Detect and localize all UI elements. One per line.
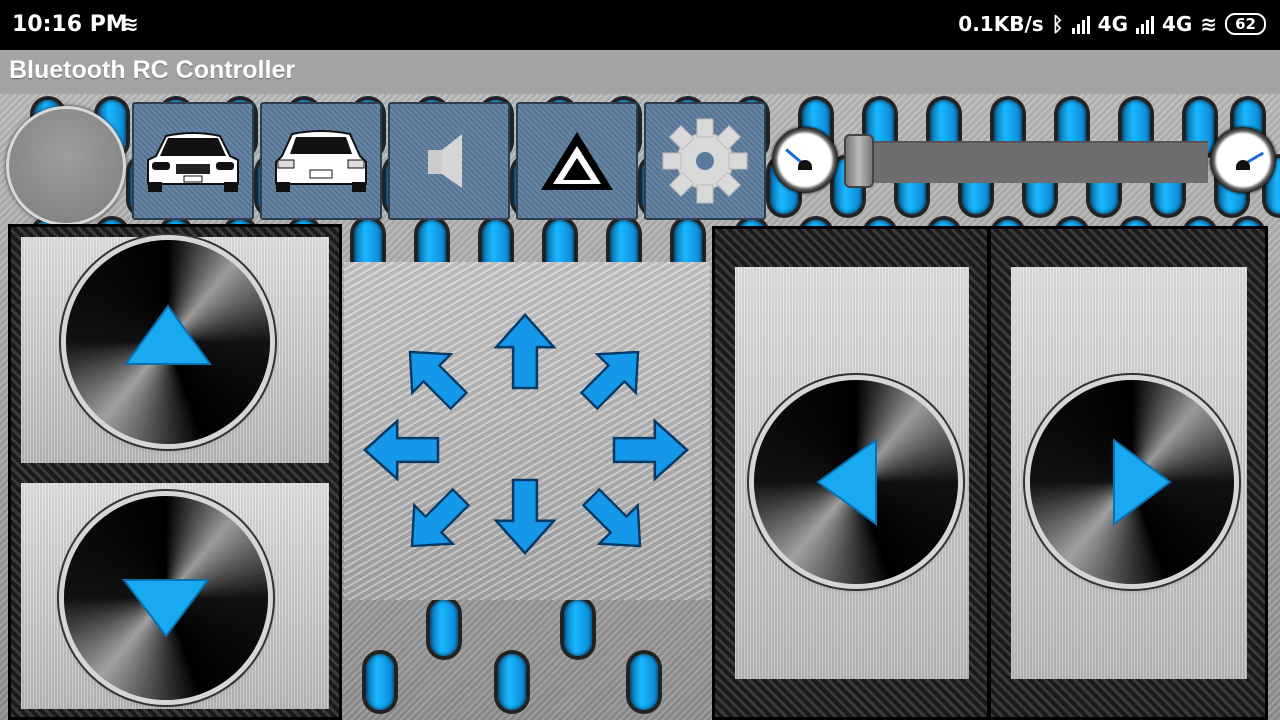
extra-button[interactable] — [516, 102, 638, 220]
warning-triangle-icon — [541, 132, 613, 190]
battery-icon: 62 — [1225, 13, 1266, 35]
wifi-icon: ≋ — [122, 12, 139, 36]
back-left-arrow[interactable] — [391, 476, 482, 567]
front-lights-button[interactable] — [132, 102, 254, 220]
horn-button[interactable] — [388, 102, 510, 220]
app-title: Bluetooth RC Controller — [9, 56, 296, 84]
left-button[interactable] — [754, 380, 958, 584]
grill-slot — [630, 654, 658, 710]
arrow-up-icon — [124, 304, 212, 365]
status-bar: 10:16 PM ≋ 0.1KB/s ᛒ 4G 4G ≋ 62 — [0, 0, 1280, 50]
right-button[interactable] — [1030, 380, 1234, 584]
speed-max-icon — [1210, 127, 1276, 193]
wifi-icon-2: ≋ — [1200, 12, 1218, 36]
direction-arrows — [363, 313, 689, 567]
arrow-down-icon — [122, 579, 210, 638]
left-arrow[interactable] — [363, 419, 440, 481]
signal-icon — [1071, 14, 1090, 34]
grill-slot — [564, 600, 592, 656]
backward-button[interactable] — [64, 496, 268, 700]
grill-slot — [498, 654, 526, 710]
bluetooth-icon: ᛒ — [1051, 12, 1064, 36]
forward-left-arrow[interactable] — [389, 331, 480, 422]
grill-slot — [430, 600, 458, 656]
status-right: 0.1KB/s ᛒ 4G 4G ≋ 62 — [958, 12, 1266, 36]
speaker-icon — [428, 134, 462, 188]
arrow-left-icon — [816, 438, 877, 526]
speed-min-icon — [772, 127, 838, 193]
speed-slider[interactable] — [848, 141, 1208, 183]
gear-icon — [662, 118, 748, 204]
app-bar: Bluetooth RC Controller — [0, 50, 1280, 94]
backward-arrow[interactable] — [494, 478, 556, 555]
signal-icon-2 — [1136, 14, 1155, 34]
car-front-icon — [147, 132, 239, 192]
connection-indicator[interactable] — [6, 106, 126, 226]
sim1-label: 4G — [1097, 12, 1129, 36]
arrow-right-icon — [1113, 438, 1172, 526]
forward-button[interactable] — [66, 240, 270, 444]
speed-slider-thumb[interactable] — [844, 134, 874, 188]
car-rear-icon — [275, 130, 367, 192]
settings-button[interactable] — [644, 102, 766, 220]
back-right-arrow[interactable] — [570, 476, 661, 567]
sim2-label: 4G — [1162, 12, 1193, 36]
right-arrow[interactable] — [612, 419, 689, 481]
back-lights-button[interactable] — [260, 102, 382, 220]
grill-slot — [366, 654, 394, 710]
status-time: 10:16 PM — [12, 12, 128, 37]
net-speed: 0.1KB/s — [958, 12, 1044, 36]
forward-right-arrow[interactable] — [568, 331, 659, 422]
forward-arrow[interactable] — [494, 313, 556, 390]
